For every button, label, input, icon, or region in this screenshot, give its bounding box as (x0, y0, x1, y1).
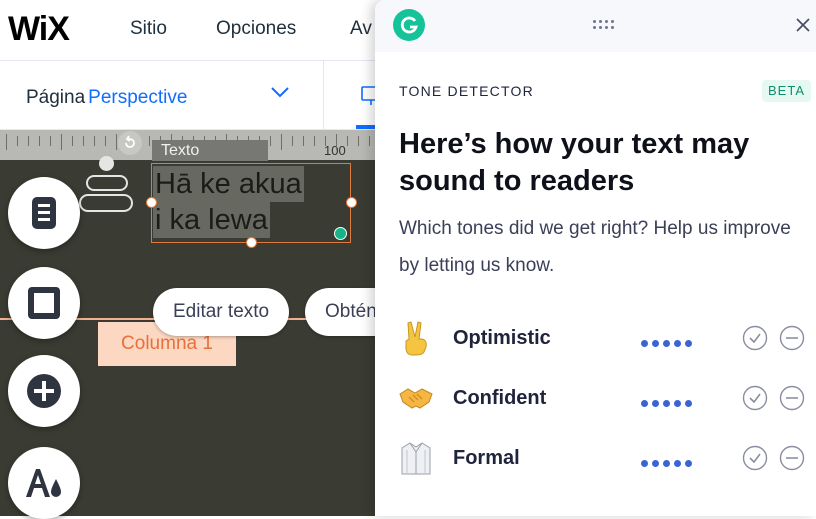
resize-handle-bottom[interactable] (246, 237, 257, 248)
section-label: TONE DETECTOR (399, 83, 534, 99)
ruler-tick (336, 134, 337, 150)
ruler-tick (314, 136, 315, 146)
ruler-tick (358, 136, 359, 146)
ruler-number: 100 (324, 143, 346, 158)
ruler-tick (292, 136, 293, 146)
ruler-tick (50, 136, 51, 146)
tone-row-optimistic: Optimistic (399, 318, 809, 358)
drag-handle-icon[interactable] (593, 20, 615, 29)
pages-button[interactable] (8, 177, 80, 249)
ruler-tick (369, 136, 370, 146)
ruler-tick (28, 136, 29, 146)
page-selector[interactable]: Página Perspective (26, 87, 187, 109)
edit-text-button[interactable]: Editar texto (153, 288, 290, 336)
chevron-down-icon[interactable] (270, 85, 290, 99)
ruler-tick (61, 134, 62, 150)
close-icon[interactable] (795, 17, 811, 33)
panel-subtext: Which tones did we get right? Help us im… (399, 218, 791, 276)
tone-name: Formal (453, 447, 520, 469)
minus-icon[interactable] (779, 445, 805, 471)
tone-intensity (641, 454, 696, 472)
tone-row-confident: Confident (399, 378, 809, 418)
tone-row-formal: Formal (399, 438, 809, 478)
page-selector-bar: Página Perspective (0, 61, 381, 130)
panel-header (375, 0, 816, 52)
dress-shirt-icon (401, 442, 431, 475)
ruler-tick (6, 134, 7, 150)
ruler-tick (270, 136, 271, 146)
ruler-tick (347, 136, 348, 146)
tone-name: Optimistic (453, 327, 551, 349)
tone-name: Confident (453, 387, 547, 409)
beta-badge: BETA (762, 80, 811, 102)
ruler-tick (72, 136, 73, 146)
page-icon (32, 197, 56, 229)
text-element-tag: Texto (152, 140, 268, 161)
add-elements-button[interactable] (8, 355, 80, 427)
minus-icon[interactable] (779, 325, 805, 351)
selection-box[interactable] (151, 163, 351, 243)
handshake-icon (399, 388, 433, 409)
grammarly-panel: TONE DETECTOR BETA Here’s how your text … (375, 0, 816, 516)
divider (323, 61, 324, 129)
reset-icon[interactable] (118, 131, 142, 155)
rotate-handle[interactable] (334, 227, 347, 240)
check-icon[interactable] (742, 445, 768, 471)
ruler-tick (303, 136, 304, 146)
strips-button[interactable] (8, 267, 80, 339)
ruler-tick (116, 134, 117, 150)
check-icon[interactable] (742, 385, 768, 411)
tone-intensity (641, 394, 696, 412)
ruler-tick (325, 136, 326, 146)
panel-headline: Here’s how your text may sound to reader… (399, 128, 750, 197)
ruler-tick (39, 136, 40, 146)
page-name: Perspective (88, 87, 188, 108)
menu-opciones[interactable]: Opciones (216, 17, 296, 41)
menu-av[interactable]: Av (350, 17, 372, 41)
page-label: Página (26, 87, 86, 108)
decoration-dot (99, 156, 114, 171)
ruler-tick (105, 136, 106, 146)
ruler-tick (149, 136, 150, 146)
design-button[interactable] (8, 447, 80, 519)
tone-intensity (641, 334, 696, 352)
ruler-tick (83, 136, 84, 146)
theme-icon (26, 469, 61, 497)
decoration-pill (79, 194, 133, 212)
decoration-pill (86, 175, 128, 191)
square-icon (28, 287, 60, 319)
resize-handle-left[interactable] (146, 197, 157, 208)
wix-logo[interactable]: WiX (8, 10, 70, 48)
victory-hand-icon (405, 321, 427, 356)
ruler-tick (17, 136, 18, 146)
check-icon[interactable] (742, 325, 768, 351)
menu-sitio[interactable]: Sitio (130, 17, 167, 41)
ruler-tick (281, 134, 282, 150)
ruler-tick (94, 136, 95, 146)
grammarly-logo-icon[interactable] (393, 9, 425, 41)
wix-top-bar: WiX Sitio Opciones Av (0, 0, 380, 61)
minus-icon[interactable] (779, 385, 805, 411)
resize-handle-right[interactable] (346, 197, 357, 208)
plus-icon (27, 374, 61, 408)
